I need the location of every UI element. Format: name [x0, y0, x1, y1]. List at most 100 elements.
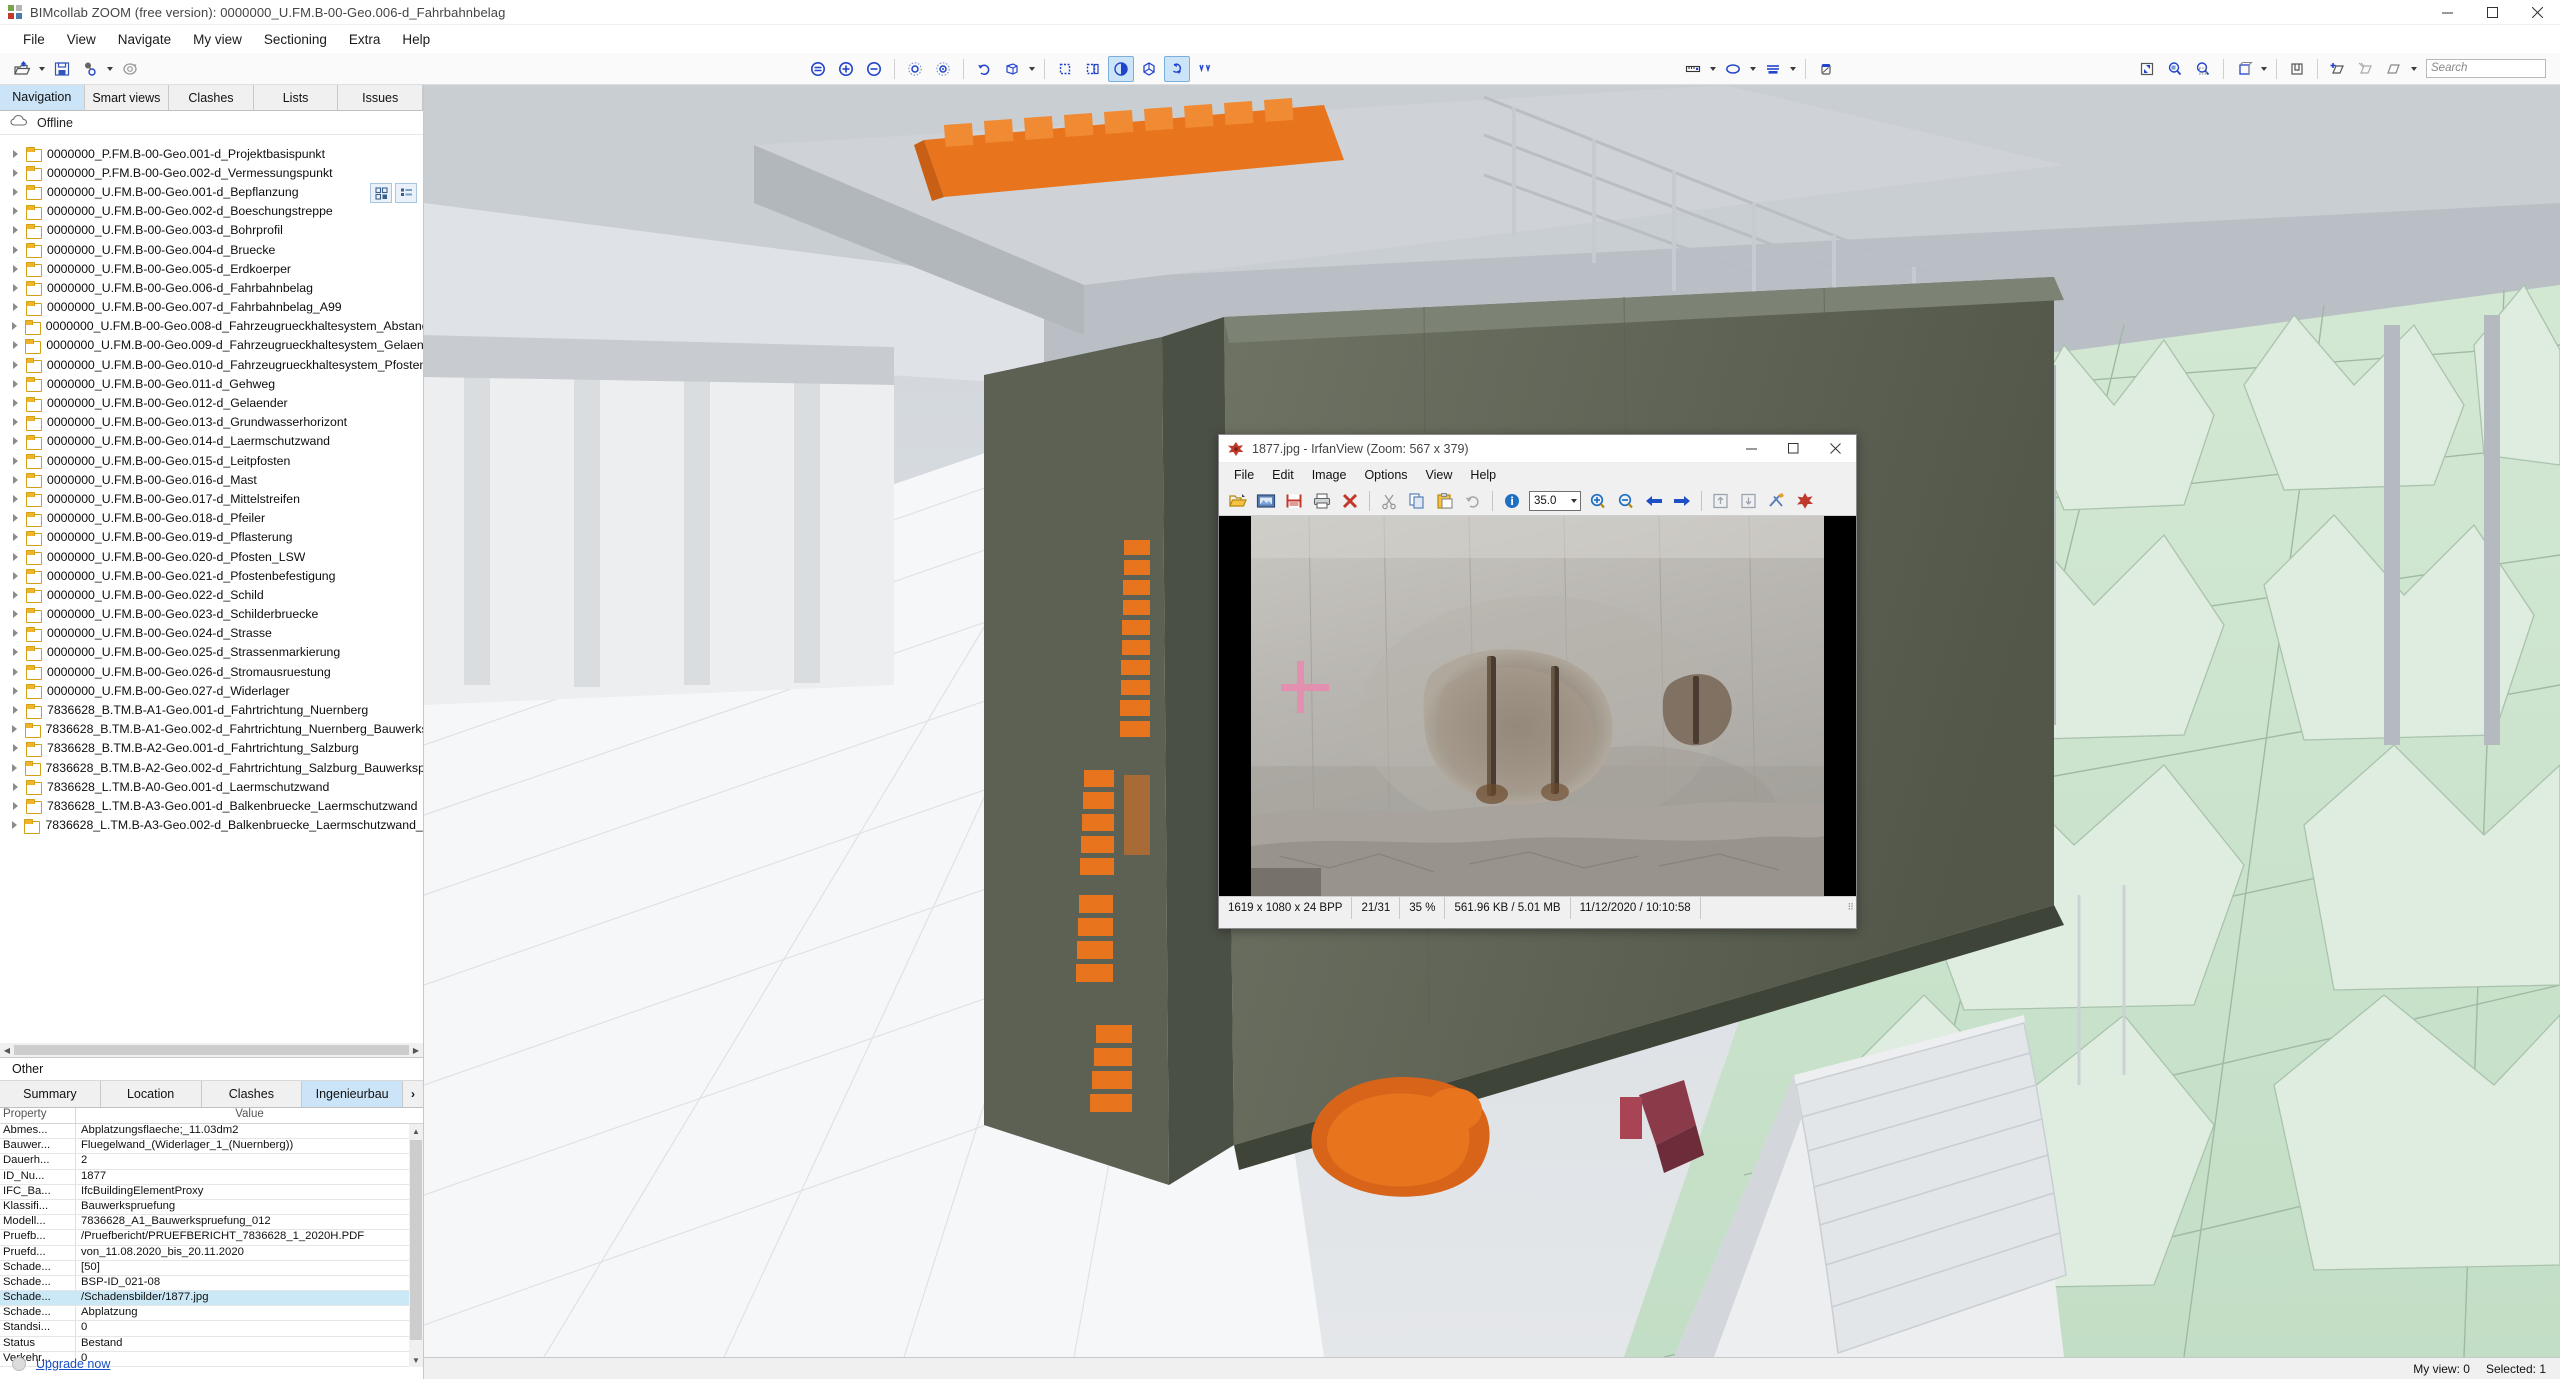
walk-icon[interactable] [1164, 55, 1190, 82]
last-icon[interactable] [1737, 489, 1761, 513]
expand-arrow-icon[interactable] [8, 434, 22, 448]
property-row[interactable]: Pruefd... von_11.08.2020_bis_20.11.2020 [0, 1245, 423, 1261]
tree-item[interactable]: 0000000_U.FM.B-00-Geo.026-d_Stromausrues… [0, 662, 423, 681]
tab-smart-views[interactable]: Smart views [84, 85, 170, 110]
box-icon[interactable] [2231, 56, 2257, 82]
expand-arrow-icon[interactable] [8, 703, 22, 717]
expand-arrow-icon[interactable] [8, 626, 22, 640]
thumbnails-icon[interactable] [1254, 489, 1278, 513]
refresh-icon[interactable] [117, 56, 143, 82]
scroll-left-icon[interactable]: ◀ [0, 1043, 14, 1057]
tree-item[interactable]: 7836628_B.TM.B-A2-Geo.001-d_Fahrtrichtun… [0, 739, 423, 758]
menu-extra[interactable]: Extra [338, 28, 392, 51]
tree-item[interactable]: 0000000_U.FM.B-00-Geo.015-d_Leitpfosten [0, 451, 423, 470]
prop-tab-summary[interactable]: Summary [0, 1081, 101, 1107]
zoom-selected-icon[interactable] [2162, 56, 2188, 82]
expand-arrow-icon[interactable] [8, 530, 22, 544]
perspective-icon[interactable] [999, 56, 1025, 82]
expand-arrow-icon[interactable] [8, 300, 22, 314]
irfanview-menu-file[interactable]: File [1225, 466, 1263, 484]
expand-arrow-icon[interactable] [8, 722, 21, 736]
add-marker-icon[interactable] [2325, 56, 2351, 82]
tree-item[interactable]: 0000000_U.FM.B-00-Geo.014-d_Laermschutzw… [0, 432, 423, 451]
menu-my-view[interactable]: My view [182, 28, 253, 51]
tree-item[interactable]: 0000000_U.FM.B-00-Geo.017-d_Mittelstreif… [0, 489, 423, 508]
tree-horizontal-scrollbar[interactable]: ◀ ▶ [0, 1043, 423, 1057]
properties-vertical-scrollbar[interactable]: ▲ ▼ [409, 1124, 423, 1367]
chevron-right-icon[interactable]: › [403, 1081, 423, 1107]
lines-icon[interactable] [1760, 56, 1786, 82]
copy-icon[interactable] [1405, 489, 1429, 513]
measure-icon[interactable] [1192, 56, 1218, 82]
delete-icon[interactable] [1338, 489, 1362, 513]
open-folder-icon[interactable] [1226, 489, 1250, 513]
upgrade-now-link[interactable]: Upgrade now [36, 1357, 110, 1371]
tree-item[interactable]: 0000000_U.FM.B-00-Geo.005-d_Erdkoerper [0, 259, 423, 278]
tree-item[interactable]: 0000000_P.FM.B-00-Geo.002-d_Vermessungsp… [0, 163, 423, 182]
expand-arrow-icon[interactable] [8, 569, 22, 583]
chevron-down-icon[interactable] [1571, 498, 1577, 503]
irfanview-menu-image[interactable]: Image [1303, 466, 1356, 484]
perspective-dropdown-icon[interactable] [1026, 56, 1038, 82]
property-row[interactable]: Standsi... 0 [0, 1321, 423, 1337]
zoom-out-icon[interactable] [861, 56, 887, 82]
model-tree[interactable]: 0000000_P.FM.B-00-Geo.001-d_Projektbasis… [0, 138, 423, 1056]
tree-item[interactable]: 0000000_U.FM.B-00-Geo.008-d_Fahrzeugruec… [0, 317, 423, 336]
tree-item[interactable]: 0000000_U.FM.B-00-Geo.025-d_Strassenmark… [0, 643, 423, 662]
paint-icon[interactable] [1813, 56, 1839, 82]
expand-arrow-icon[interactable] [8, 223, 22, 237]
save-icon[interactable] [1282, 489, 1306, 513]
expand-arrow-icon[interactable] [8, 166, 22, 180]
expand-arrow-icon[interactable] [8, 243, 22, 257]
open-model-icon[interactable] [9, 56, 35, 82]
tree-item[interactable]: 0000000_U.FM.B-00-Geo.002-d_Boeschungstr… [0, 202, 423, 221]
property-row[interactable]: Schade... /Schadensbilder/1877.jpg [0, 1291, 423, 1307]
print-icon[interactable] [1310, 489, 1334, 513]
expand-arrow-icon[interactable] [8, 492, 22, 506]
tree-item[interactable]: 7836628_B.TM.B-A1-Geo.002-d_Fahrtrichtun… [0, 720, 423, 739]
scrollbar-thumb[interactable] [14, 1045, 409, 1055]
tree-item[interactable]: 0000000_U.FM.B-00-Geo.018-d_Pfeiler [0, 509, 423, 528]
link-dropdown-icon[interactable] [104, 56, 116, 82]
cut-icon[interactable] [1377, 489, 1401, 513]
tab-lists[interactable]: Lists [253, 85, 339, 110]
tree-item[interactable]: 0000000_U.FM.B-00-Geo.006-d_Fahrbahnbela… [0, 278, 423, 297]
tree-item[interactable]: 0000000_U.FM.B-00-Geo.027-d_Widerlager [0, 681, 423, 700]
box-dropdown-icon[interactable] [2258, 56, 2270, 82]
irfanview-minimize-button[interactable] [1730, 435, 1772, 463]
expand-arrow-icon[interactable] [8, 799, 22, 813]
expand-arrow-icon[interactable] [8, 147, 22, 161]
property-row[interactable]: Klassifi... Bauwerkspruefung [0, 1199, 423, 1216]
expand-arrow-icon[interactable] [8, 185, 22, 199]
tree-item[interactable]: 0000000_U.FM.B-00-Geo.019-d_Pflasterung [0, 528, 423, 547]
options-icon[interactable] [1765, 489, 1789, 513]
menu-file[interactable]: File [12, 28, 56, 51]
expand-arrow-icon[interactable] [8, 645, 22, 659]
info-icon[interactable] [1500, 489, 1524, 513]
search-input[interactable]: Search [2426, 59, 2546, 78]
expand-arrow-icon[interactable] [8, 281, 22, 295]
tree-item[interactable]: 7836628_B.TM.B-A1-Geo.001-d_Fahrtrichtun… [0, 700, 423, 719]
zoom-window-icon[interactable] [2190, 56, 2216, 82]
hide-icon[interactable] [2353, 56, 2379, 82]
orbit-center-icon[interactable] [930, 56, 956, 82]
open-model-dropdown-icon[interactable] [36, 56, 48, 82]
property-row[interactable]: Schade... Abplatzung [0, 1306, 423, 1322]
rect-select-icon[interactable] [1080, 56, 1106, 82]
menu-navigate[interactable]: Navigate [107, 28, 182, 51]
expand-arrow-icon[interactable] [8, 818, 20, 832]
expand-arrow-icon[interactable] [8, 358, 22, 372]
tree-item[interactable]: 0000000_U.FM.B-00-Geo.009-d_Fahrzeugruec… [0, 336, 423, 355]
menu-view[interactable]: View [56, 28, 107, 51]
scrollbar-thumb[interactable] [410, 1140, 422, 1340]
minimize-button[interactable] [2425, 0, 2470, 25]
tab-navigation[interactable]: Navigation [0, 85, 85, 110]
expand-arrow-icon[interactable] [8, 665, 22, 679]
prop-tab-clashes[interactable]: Clashes [201, 1081, 303, 1107]
expand-arrow-icon[interactable] [8, 684, 22, 698]
expand-arrow-icon[interactable] [8, 780, 22, 794]
expand-arrow-icon[interactable] [8, 454, 22, 468]
prop-tab-location[interactable]: Location [100, 1081, 202, 1107]
tree-item[interactable]: 0000000_U.FM.B-00-Geo.021-d_Pfostenbefes… [0, 566, 423, 585]
tree-item[interactable]: 7836628_B.TM.B-A2-Geo.002-d_Fahrtrichtun… [0, 758, 423, 777]
